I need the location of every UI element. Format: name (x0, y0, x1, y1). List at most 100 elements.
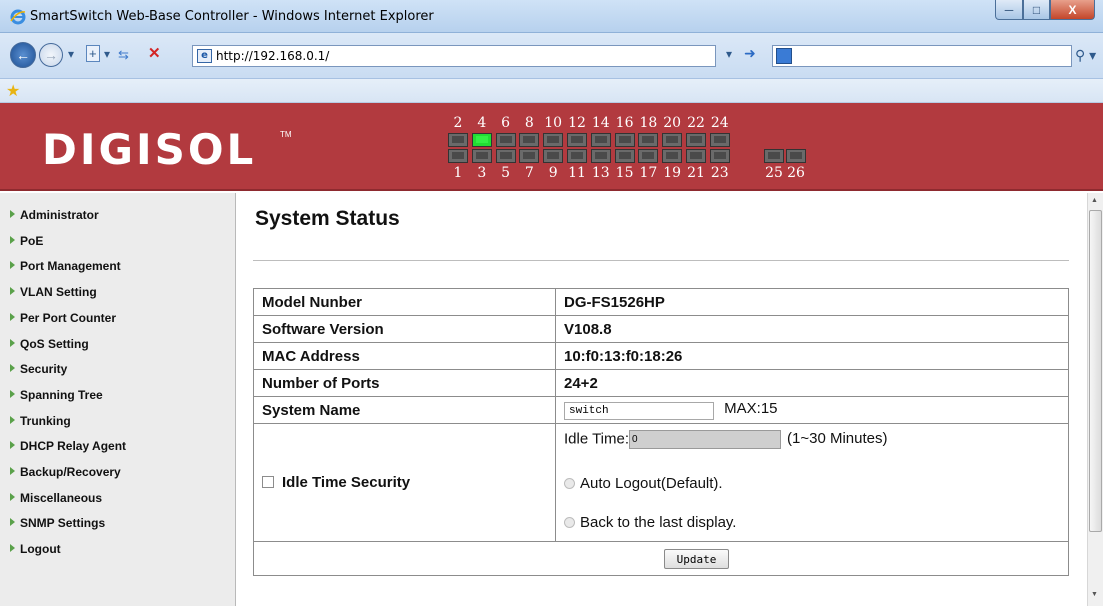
maximize-button[interactable]: □ (1023, 0, 1050, 20)
menu-arrow-icon (10, 210, 15, 218)
row-label: Number of Ports (253, 369, 556, 397)
port-number-label: 12 (568, 115, 586, 131)
sidebar-item-per-port-counter[interactable]: Per Port Counter (10, 311, 116, 325)
port-18-icon[interactable] (638, 133, 659, 147)
row-value: V108.8 (555, 315, 1069, 343)
port-6-icon[interactable] (495, 133, 516, 147)
url-input[interactable]: e http://192.168.0.1/ (192, 45, 716, 67)
port-7-icon[interactable] (519, 149, 540, 163)
search-icon[interactable]: ⚲ ▾ (1075, 47, 1096, 64)
sidebar-item-backup-recovery[interactable]: Backup/Recovery (10, 465, 121, 479)
page-scrollbar[interactable]: ▲ ▼ (1087, 193, 1103, 606)
sidebar-item-dhcp-relay-agent[interactable]: DHCP Relay Agent (10, 439, 126, 453)
sidebar-item-trunking[interactable]: Trunking (10, 414, 71, 428)
sidebar-item-qos-setting[interactable]: QoS Setting (10, 337, 89, 351)
update-button[interactable]: Update (664, 549, 729, 569)
compat-view-icon[interactable]: + (86, 45, 100, 62)
port-25-icon[interactable] (764, 149, 784, 163)
menu-arrow-icon (10, 364, 15, 373)
scroll-down-icon[interactable]: ▼ (1091, 591, 1098, 598)
port-4-icon[interactable] (471, 133, 492, 147)
port-number-label: 15 (615, 165, 634, 181)
close-button[interactable]: X (1050, 0, 1095, 20)
port-5-icon[interactable] (495, 149, 516, 163)
port-1-icon[interactable] (448, 149, 468, 163)
port-number-label: 9 (548, 165, 558, 181)
port-22-icon[interactable] (686, 133, 706, 147)
table-row: System Name MAX:15 (253, 396, 1069, 424)
port-17-icon[interactable] (638, 149, 659, 163)
port-24-icon[interactable] (709, 133, 730, 147)
sidebar-item-port-management[interactable]: Port Management (10, 259, 121, 273)
port-number-label: 14 (591, 115, 610, 131)
back-button[interactable]: ← (10, 42, 36, 68)
go-arrow-icon[interactable]: ➜ (744, 45, 756, 62)
port-21-icon[interactable] (686, 149, 706, 163)
sidebar-item-vlan-setting[interactable]: VLAN Setting (10, 285, 97, 299)
sidebar-item-security[interactable]: Security (10, 362, 67, 376)
page-icon: e (197, 49, 212, 63)
ie-logo-icon (10, 9, 26, 25)
main-content: System Status Model Nunber DG-FS1526HP S… (237, 193, 1087, 606)
idle-time-hint: (1~30 Minutes) (787, 430, 888, 448)
port-23-icon[interactable] (709, 149, 730, 163)
port-2-icon[interactable] (448, 133, 468, 147)
system-name-input[interactable] (564, 402, 714, 420)
port-3-icon[interactable] (471, 149, 492, 163)
sidebar-item-label: Per Port Counter (20, 310, 117, 325)
menu-arrow-icon (10, 287, 15, 296)
port-16-icon[interactable] (614, 133, 635, 147)
sidebar-item-miscellaneous[interactable]: Miscellaneous (10, 491, 102, 505)
sidebar-item-administrator[interactable]: Administrator (10, 208, 99, 222)
port-number-label: 23 (710, 165, 729, 181)
sidebar-menu: Administrator PoE Port Management VLAN Sett… (0, 193, 236, 606)
sidebar-item-snmp-settings[interactable]: SNMP Settings (10, 516, 105, 530)
sidebar-item-label: SNMP Settings (20, 516, 106, 531)
sidebar-item-label: Administrator (20, 208, 99, 222)
port-20-icon[interactable] (662, 133, 683, 147)
refresh-icon[interactable]: ⇆ (118, 47, 129, 63)
sidebar-item-poe[interactable]: PoE (10, 234, 43, 248)
idle-time-input[interactable] (629, 430, 782, 449)
back-display-radio[interactable] (564, 517, 575, 528)
menu-arrow-icon (10, 492, 15, 501)
compat-dropdown-icon[interactable]: ▾ (104, 47, 110, 61)
menu-arrow-icon (10, 544, 15, 553)
menu-arrow-icon (10, 467, 15, 475)
port-13-icon[interactable] (590, 149, 611, 163)
port-number-label: 26 (787, 165, 805, 181)
port-26-icon[interactable] (786, 149, 806, 163)
sidebar-item-label: Backup/Recovery (20, 465, 121, 479)
history-dropdown-icon[interactable]: ▾ (68, 47, 74, 61)
auto-logout-radio[interactable] (564, 478, 575, 489)
scroll-up-icon[interactable]: ▲ (1091, 197, 1098, 204)
window-titlebar: SmartSwitch Web-Base Controller - Window… (0, 0, 1103, 33)
port-14-icon[interactable] (590, 133, 611, 147)
url-dropdown-icon[interactable]: ▾ (726, 47, 732, 61)
port-number-label: 22 (687, 115, 705, 131)
forward-button[interactable]: → (39, 43, 63, 67)
port-8-icon[interactable] (519, 133, 540, 147)
table-row: Idle Time Security Idle Time: (1~30 Minut… (253, 423, 1069, 542)
search-input[interactable] (772, 45, 1072, 67)
menu-arrow-icon (10, 441, 15, 450)
port-11-icon[interactable] (567, 149, 587, 163)
port-19-icon[interactable] (662, 149, 683, 163)
port-number-label: 20 (663, 115, 682, 131)
port-9-icon[interactable] (543, 149, 564, 163)
sidebar-item-spanning-tree[interactable]: Spanning Tree (10, 388, 103, 402)
port-10-icon[interactable] (543, 133, 564, 147)
sidebar-item-logout[interactable]: Logout (10, 542, 61, 556)
system-name-label: System Name (253, 396, 556, 424)
idle-security-checkbox[interactable] (262, 476, 274, 488)
table-row: Model Nunber DG-FS1526HP (253, 288, 1069, 316)
favorites-star-icon[interactable]: ★ (6, 81, 20, 101)
port-15-icon[interactable] (614, 149, 635, 163)
minimize-button[interactable]: ─ (995, 0, 1023, 20)
stop-icon[interactable]: ✕ (148, 44, 161, 62)
update-cell: Update (253, 541, 1069, 576)
port-12-icon[interactable] (567, 133, 587, 147)
sidebar-item-label: Spanning Tree (20, 387, 103, 402)
scroll-thumb[interactable] (1089, 210, 1102, 532)
system-name-max: MAX:15 (724, 400, 778, 417)
